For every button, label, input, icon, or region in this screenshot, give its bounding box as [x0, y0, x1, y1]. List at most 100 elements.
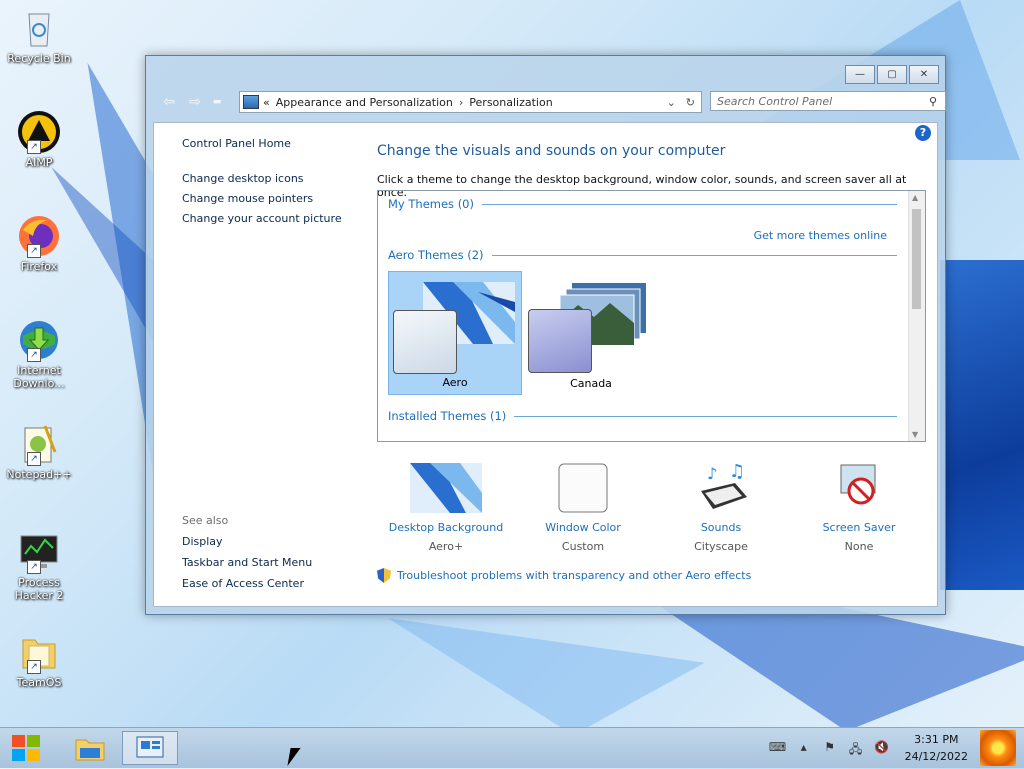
- show-hidden-icons-icon[interactable]: ▴: [795, 740, 813, 756]
- see-also-section: See also Display Taskbar and Start Menu …: [182, 514, 312, 598]
- search-placeholder: Search Control Panel: [717, 94, 833, 108]
- screen-saver-setting[interactable]: Screen Saver None: [789, 463, 929, 553]
- maximize-icon: ▢: [887, 69, 897, 80]
- desktop-icon-label: Internet Downlo...: [13, 364, 65, 390]
- left-navigation: Control Panel Home Change desktop icons …: [182, 137, 362, 232]
- theme-name: Aero: [442, 376, 468, 389]
- taskbar: ⌨ ▴ ⚑ 🖧 🔇 3:31 PM 24/12/2022: [0, 727, 1024, 768]
- start-button[interactable]: [0, 731, 52, 765]
- volume-muted-icon[interactable]: 🔇: [873, 740, 891, 756]
- theme-list[interactable]: My Themes (0) Get more themes online Aer…: [377, 190, 926, 442]
- change-mouse-pointers-link[interactable]: Change mouse pointers: [182, 192, 362, 205]
- maximize-button[interactable]: ▢: [877, 65, 907, 84]
- setting-value: None: [844, 540, 874, 553]
- help-icon[interactable]: ?: [915, 125, 931, 141]
- close-button[interactable]: ✕: [909, 65, 939, 84]
- back-arrow-icon: ⇦: [163, 94, 175, 110]
- window-color-setting[interactable]: Window Color Custom: [513, 463, 653, 553]
- forward-button[interactable]: ⇨: [186, 95, 204, 109]
- address-bar[interactable]: « Appearance and Personalization › Perso…: [239, 91, 702, 113]
- network-icon[interactable]: 🖧: [847, 740, 865, 756]
- back-button[interactable]: ⇦: [160, 95, 178, 109]
- breadcrumb-separator-icon[interactable]: ›: [459, 96, 463, 109]
- navigation-bar: ⇦ ⇨ ▬ « Appearance and Personalization ›…: [160, 91, 946, 113]
- canada-glass-preview: [528, 309, 592, 373]
- desktop-icon-label: Recycle Bin: [7, 52, 71, 65]
- taskbar-start-menu-link[interactable]: Taskbar and Start Menu: [182, 556, 312, 569]
- aimp-icon: ↗: [17, 110, 61, 154]
- desktop-icon-aimp[interactable]: ↗ AIMP: [4, 110, 74, 169]
- desktop-icon-firefox[interactable]: ↗ Firefox: [4, 214, 74, 273]
- svg-text:♫: ♫: [729, 463, 745, 482]
- desktop-icon-teamos[interactable]: ↗ TeamOS: [4, 630, 74, 689]
- forward-arrow-icon: ⇨: [189, 94, 201, 110]
- search-icon[interactable]: ⚲: [929, 95, 937, 108]
- windows-logo-icon: [12, 735, 40, 761]
- folder-icon: ↗: [17, 630, 61, 674]
- shortcut-arrow-icon: ↗: [27, 560, 41, 574]
- change-desktop-icons-link[interactable]: Change desktop icons: [182, 172, 362, 185]
- group-label: Installed Themes (1): [388, 409, 507, 423]
- group-label: My Themes (0): [388, 197, 474, 211]
- desktop-icon-process-hacker[interactable]: ↗ Process Hacker 2: [4, 530, 74, 602]
- shortcut-arrow-icon: ↗: [27, 452, 41, 466]
- system-tray: ⌨ ▴ ⚑ 🖧 🔇 3:31 PM 24/12/2022: [765, 728, 1024, 768]
- personalization-window: — ▢ ✕ ⇦ ⇨ ▬ « Appearance and Personaliza…: [145, 55, 946, 615]
- theme-name: Canada: [570, 377, 612, 390]
- user-avatar[interactable]: [980, 730, 1016, 766]
- scroll-up-icon[interactable]: ▲: [912, 193, 918, 202]
- troubleshoot-label: Troubleshoot problems with transparency …: [397, 569, 752, 582]
- desktop-background-setting[interactable]: Desktop Background Aero+: [376, 463, 516, 553]
- ease-of-access-link[interactable]: Ease of Access Center: [182, 577, 312, 590]
- setting-title: Desktop Background: [388, 521, 504, 534]
- file-explorer-taskbar-button[interactable]: [62, 731, 118, 765]
- desktop-icon-internet-download[interactable]: ↗ Internet Downlo...: [4, 318, 74, 390]
- theme-aero[interactable]: Aero: [388, 271, 522, 395]
- breadcrumb-overflow[interactable]: «: [263, 96, 270, 109]
- see-also-header: See also: [182, 514, 229, 527]
- breadcrumb-appearance[interactable]: Appearance and Personalization: [276, 96, 453, 109]
- control-panel-icon: [243, 95, 259, 109]
- shortcut-arrow-icon: ↗: [27, 660, 41, 674]
- setting-title: Window Color: [545, 521, 621, 534]
- theme-list-scrollbar[interactable]: ▲ ▼: [908, 191, 925, 441]
- search-box[interactable]: Search Control Panel ⚲: [710, 91, 946, 111]
- breadcrumb-personalization[interactable]: Personalization: [469, 96, 552, 109]
- display-link[interactable]: Display: [182, 535, 312, 548]
- sounds-setting[interactable]: ♪ ♫ Sounds Cityscape: [651, 461, 791, 553]
- setting-value: Cityscape: [694, 540, 748, 553]
- chevron-down-icon: ▬: [212, 97, 222, 107]
- scrollbar-thumb[interactable]: [912, 209, 921, 309]
- refresh-icon[interactable]: ↻: [686, 96, 695, 109]
- group-aero-themes: Aero Themes (2): [388, 248, 897, 262]
- clock[interactable]: 3:31 PM 24/12/2022: [905, 731, 968, 765]
- folder-icon: [75, 739, 105, 761]
- minimize-button[interactable]: —: [845, 65, 875, 84]
- desktop-background-icon: [410, 463, 482, 513]
- theme-canada[interactable]: Canada: [524, 271, 658, 395]
- get-more-themes-link[interactable]: Get more themes online: [754, 229, 887, 242]
- desktop-icon-label: Firefox: [20, 260, 58, 273]
- keyboard-icon[interactable]: ⌨: [769, 740, 787, 756]
- troubleshoot-link[interactable]: Troubleshoot problems with transparency …: [377, 568, 751, 583]
- aero-glass-preview: [393, 310, 457, 374]
- minimize-icon: —: [855, 69, 865, 80]
- control-panel-taskbar-button[interactable]: [122, 731, 178, 765]
- shortcut-arrow-icon: ↗: [27, 348, 41, 362]
- group-label: Aero Themes (2): [388, 248, 484, 262]
- setting-value: Aero+: [428, 540, 464, 553]
- control-panel-home-link[interactable]: Control Panel Home: [182, 137, 362, 150]
- change-account-picture-link[interactable]: Change your account picture: [182, 212, 362, 225]
- setting-value: Custom: [561, 540, 605, 553]
- clock-time: 3:31 PM: [914, 733, 959, 746]
- setting-title: Sounds: [700, 521, 742, 534]
- action-center-flag-icon[interactable]: ⚑: [821, 740, 839, 756]
- scroll-down-icon[interactable]: ▼: [912, 430, 918, 439]
- recent-pages-button[interactable]: ▬: [212, 95, 222, 109]
- desktop-icon-recycle-bin[interactable]: Recycle Bin: [4, 6, 74, 65]
- desktop-icon-notepad[interactable]: ↗ Notepad++: [4, 422, 74, 481]
- desktop-icon-label: Notepad++: [6, 468, 72, 481]
- address-dropdown-icon[interactable]: ⌄: [667, 96, 676, 109]
- setting-title: Screen Saver: [822, 521, 896, 534]
- clock-date: 24/12/2022: [904, 750, 968, 763]
